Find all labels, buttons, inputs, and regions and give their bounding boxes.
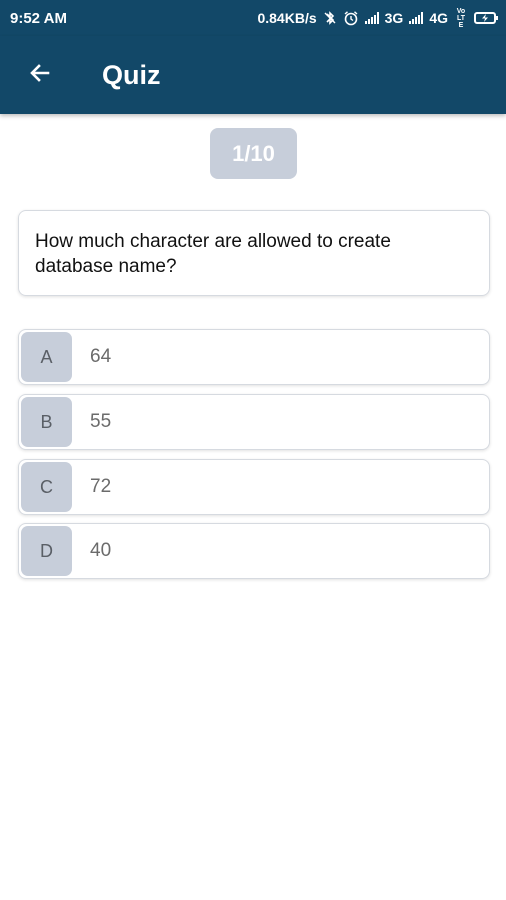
battery-charging-icon (474, 12, 498, 24)
option-text: 72 (90, 476, 112, 497)
question-text: How much character are allowed to create… (35, 231, 391, 277)
option-text: 55 (90, 411, 112, 432)
arrow-left-icon (28, 61, 52, 90)
volte-label: VoLTE (456, 7, 466, 29)
option-letter: D (21, 526, 72, 576)
question-counter: 1/10 (210, 128, 297, 179)
status-time: 9:52 AM (10, 9, 67, 27)
network-4g-label: 4G (429, 10, 448, 26)
status-bar: 9:52 AM 0.84KB/s 3G 4G VoLTE (0, 0, 506, 36)
signal-bars-icon-2 (409, 12, 424, 24)
option-letter: A (21, 332, 72, 382)
back-button[interactable] (0, 36, 80, 114)
app-bar: Quiz (0, 36, 506, 114)
volte-icon: VoLTE (454, 8, 468, 29)
option-b[interactable]: B 55 (18, 394, 490, 450)
bluetooth-off-icon (323, 11, 337, 25)
status-icons: 0.84KB/s 3G 4G VoLTE (257, 8, 498, 29)
option-letter: C (21, 462, 72, 512)
option-letter: B (21, 397, 72, 447)
option-text: 64 (90, 346, 112, 367)
question-card: How much character are allowed to create… (18, 210, 490, 296)
signal-bars-icon (364, 12, 379, 24)
option-text: 40 (90, 540, 112, 561)
option-a[interactable]: A 64 (18, 329, 490, 385)
page-title: Quiz (102, 59, 161, 90)
option-d[interactable]: D 40 (18, 523, 490, 579)
network-speed: 0.84KB/s (257, 10, 317, 26)
option-c[interactable]: C 72 (18, 459, 490, 515)
alarm-icon (343, 10, 359, 26)
network-3g-label: 3G (384, 10, 404, 26)
